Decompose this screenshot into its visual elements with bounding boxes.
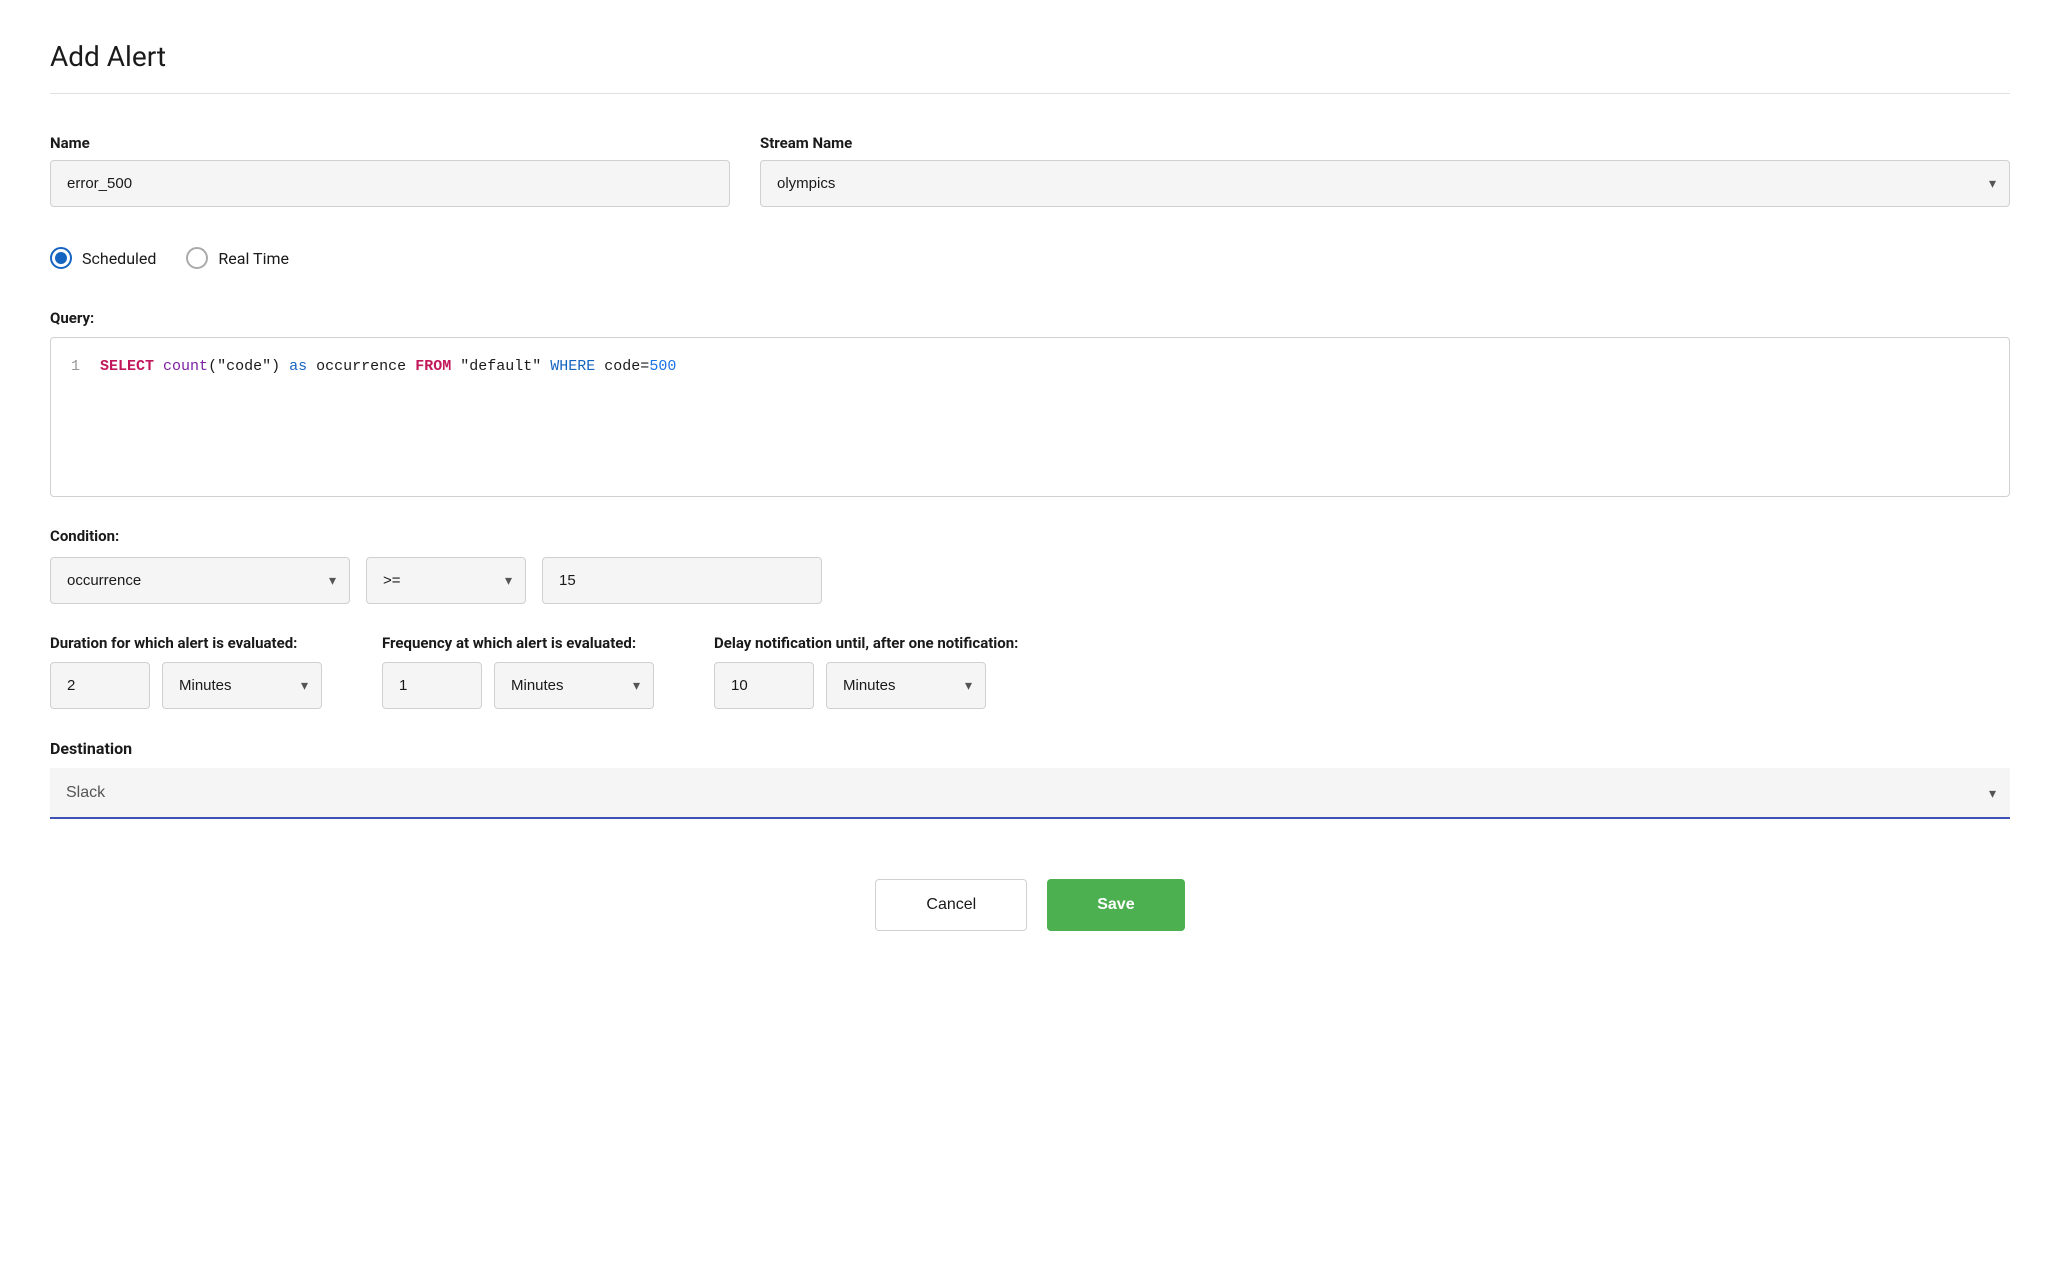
line-numbers: 1 bbox=[71, 358, 80, 476]
cancel-button[interactable]: Cancel bbox=[875, 879, 1027, 931]
radio-group: Scheduled Real Time bbox=[50, 237, 2010, 279]
delay-unit-wrapper: Minutes Hours ▾ bbox=[826, 662, 986, 709]
operator-wrapper: >= <= = ▾ bbox=[366, 557, 526, 604]
metrics-row: Duration for which alert is evaluated: M… bbox=[50, 634, 2010, 709]
name-stream-row: Name Stream Name olympics default custom… bbox=[50, 134, 2010, 207]
delay-inputs: Minutes Hours ▾ bbox=[714, 662, 1018, 709]
name-input[interactable] bbox=[50, 160, 730, 207]
name-field-group: Name bbox=[50, 134, 730, 207]
kw-500: 500 bbox=[649, 358, 676, 375]
duration-label: Duration for which alert is evaluated: bbox=[50, 634, 322, 652]
code-line-1: SELECT count("code") as occurrence FROM … bbox=[100, 358, 1989, 375]
frequency-number-input[interactable] bbox=[382, 662, 482, 709]
delay-number-input[interactable] bbox=[714, 662, 814, 709]
condition-section: Condition: occurrence ▾ >= <= = ▾ bbox=[50, 527, 2010, 604]
frequency-inputs: Minutes Hours ▾ bbox=[382, 662, 654, 709]
kw-default-str: "default" bbox=[460, 358, 541, 375]
kw-paren-close: ) bbox=[271, 358, 280, 375]
destination-select-wrapper: Slack Email PagerDuty ▾ bbox=[50, 768, 2010, 819]
form-section: Name Stream Name olympics default custom… bbox=[50, 134, 2010, 1224]
page-title: Add Alert bbox=[50, 40, 2010, 73]
name-label: Name bbox=[50, 134, 730, 152]
actions-row: Cancel Save bbox=[50, 879, 2010, 951]
query-section: Query: 1 SELECT count("code") as occurre… bbox=[50, 309, 2010, 497]
code-content: SELECT count("code") as occurrence FROM … bbox=[100, 358, 1989, 476]
kw-as: as bbox=[289, 358, 307, 375]
radio-scheduled-circle bbox=[50, 247, 72, 269]
stream-select[interactable]: olympics default custom bbox=[760, 160, 2010, 207]
condition-row: occurrence ▾ >= <= = ▾ bbox=[50, 557, 2010, 604]
radio-realtime-label: Real Time bbox=[218, 249, 289, 268]
page-container: Add Alert Name Stream Name olympics defa… bbox=[0, 0, 2060, 1264]
radio-scheduled-label: Scheduled bbox=[82, 249, 156, 268]
condition-value-input[interactable] bbox=[542, 557, 822, 604]
radio-scheduled-inner bbox=[55, 252, 67, 264]
kw-code-field: code bbox=[604, 358, 640, 375]
duration-group: Duration for which alert is evaluated: M… bbox=[50, 634, 322, 709]
kw-from: FROM bbox=[415, 358, 451, 375]
stream-field-group: Stream Name olympics default custom ▾ bbox=[760, 134, 2010, 207]
stream-select-wrapper: olympics default custom ▾ bbox=[760, 160, 2010, 207]
kw-occurrence: occurrence bbox=[316, 358, 406, 375]
kw-where: WHERE bbox=[550, 358, 595, 375]
destination-select[interactable]: Slack Email PagerDuty bbox=[50, 768, 2010, 819]
condition-field-select[interactable]: occurrence bbox=[50, 557, 350, 604]
title-divider bbox=[50, 93, 2010, 94]
kw-paren-open: ( bbox=[208, 358, 217, 375]
kw-select: SELECT bbox=[100, 358, 154, 375]
duration-unit-select[interactable]: Minutes Hours bbox=[162, 662, 322, 709]
kw-count: count bbox=[163, 358, 208, 375]
frequency-label: Frequency at which alert is evaluated: bbox=[382, 634, 654, 652]
condition-label: Condition: bbox=[50, 527, 2010, 545]
operator-select[interactable]: >= <= = bbox=[366, 557, 526, 604]
duration-number-input[interactable] bbox=[50, 662, 150, 709]
frequency-unit-select[interactable]: Minutes Hours bbox=[494, 662, 654, 709]
query-label: Query: bbox=[50, 309, 2010, 327]
line-number-1: 1 bbox=[71, 358, 80, 375]
stream-label: Stream Name bbox=[760, 134, 2010, 152]
frequency-group: Frequency at which alert is evaluated: M… bbox=[382, 634, 654, 709]
destination-section: Destination Slack Email PagerDuty ▾ bbox=[50, 739, 2010, 819]
frequency-unit-wrapper: Minutes Hours ▾ bbox=[494, 662, 654, 709]
duration-unit-wrapper: Minutes Hours ▾ bbox=[162, 662, 322, 709]
query-editor[interactable]: 1 SELECT count("code") as occurrence FRO… bbox=[50, 337, 2010, 497]
radio-scheduled[interactable]: Scheduled bbox=[50, 247, 156, 269]
radio-realtime[interactable]: Real Time bbox=[186, 247, 289, 269]
radio-realtime-circle bbox=[186, 247, 208, 269]
delay-unit-select[interactable]: Minutes Hours bbox=[826, 662, 986, 709]
duration-inputs: Minutes Hours ▾ bbox=[50, 662, 322, 709]
destination-label: Destination bbox=[50, 739, 2010, 758]
kw-code-str: "code" bbox=[217, 358, 271, 375]
delay-label: Delay notification until, after one noti… bbox=[714, 634, 1018, 652]
delay-group: Delay notification until, after one noti… bbox=[714, 634, 1018, 709]
condition-field-wrapper: occurrence ▾ bbox=[50, 557, 350, 604]
save-button[interactable]: Save bbox=[1047, 879, 1184, 931]
